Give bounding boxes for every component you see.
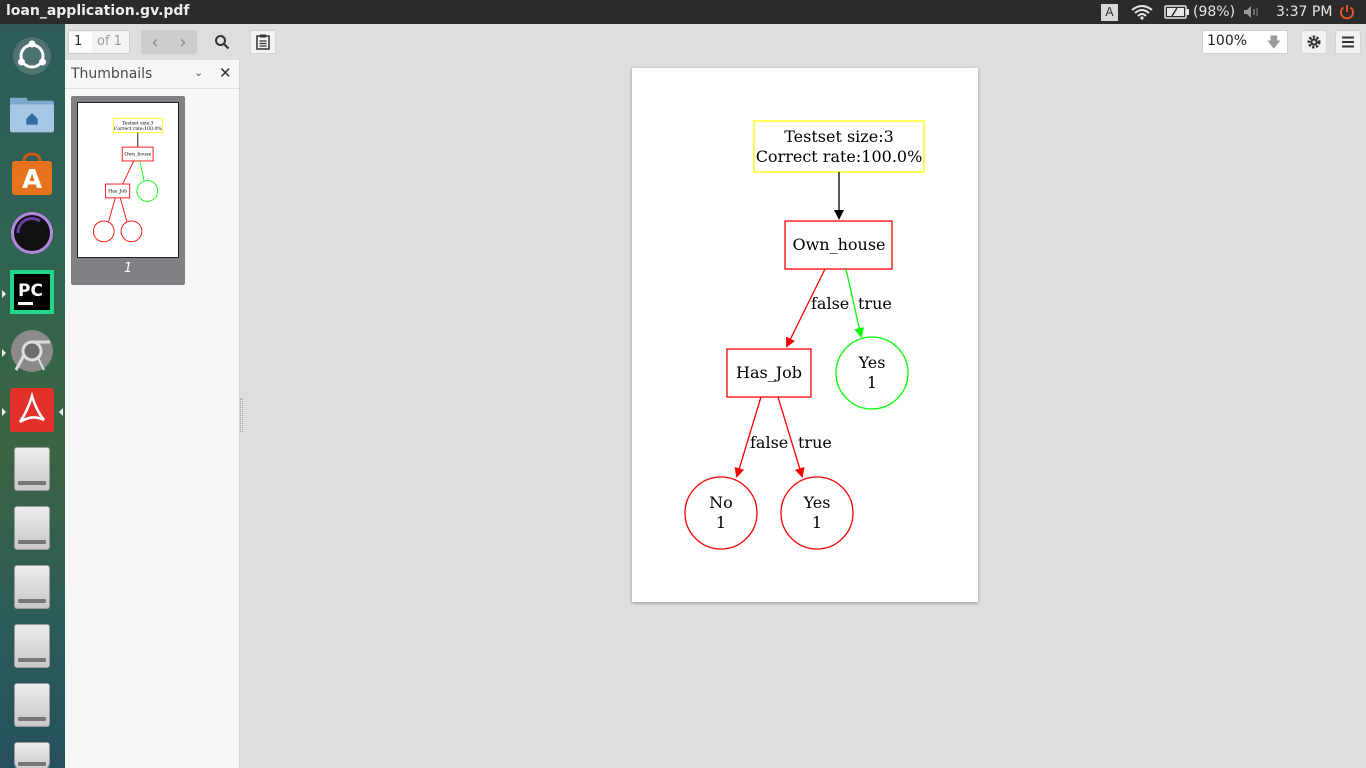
- page-count: of 1: [97, 34, 122, 49]
- viewer-toolbar: 1 of 1 ‹ › 100% 🡇: [65, 24, 1366, 60]
- hamburger-icon: [1342, 36, 1354, 48]
- sidebar-header: Thumbnails ⌄ ✕: [65, 60, 239, 89]
- launcher: A PC: [0, 24, 65, 768]
- eclipse-icon[interactable]: [10, 211, 54, 255]
- leaf-no-label: No: [709, 493, 733, 512]
- drive-icon[interactable]: [10, 683, 54, 727]
- gear-icon: [1307, 35, 1321, 49]
- decision-tree-diagram: Testset size:3 Correct rate:100.0% Own_h…: [684, 120, 925, 550]
- software-center-icon[interactable]: A: [10, 152, 54, 196]
- running-indicator: [2, 290, 6, 298]
- search-icon: [215, 35, 230, 50]
- page-nav-buttons: ‹ ›: [141, 30, 197, 54]
- clock[interactable]: 3:37 PM: [1276, 0, 1332, 24]
- zoom-select[interactable]: 100% 🡇: [1202, 30, 1288, 54]
- search-button[interactable]: [209, 30, 235, 54]
- running-indicator: [2, 408, 6, 416]
- keyboard-indicator[interactable]: A: [1101, 0, 1118, 24]
- previous-page-icon[interactable]: ‹: [141, 32, 169, 53]
- thumbnail-page-number: 1: [123, 261, 133, 276]
- window-title: loan_application.gv.pdf: [6, 3, 190, 19]
- pdf-reader-icon[interactable]: [10, 388, 54, 432]
- root-line1: Testset size:3: [784, 127, 894, 146]
- svg-text:PC: PC: [18, 281, 43, 301]
- drive-icon[interactable]: [10, 565, 54, 609]
- edge-label-false-1: false: [811, 294, 849, 313]
- svg-text:A: A: [22, 165, 42, 195]
- clipboard-icon: [256, 34, 270, 50]
- close-icon[interactable]: ✕: [219, 64, 232, 82]
- wifi-icon[interactable]: [1131, 0, 1153, 24]
- thumbnail-preview: Testset size:3 Correct rate:100.0% Own_h…: [77, 102, 179, 258]
- power-icon[interactable]: [1338, 0, 1356, 24]
- annotations-button[interactable]: [250, 30, 276, 54]
- menu-button[interactable]: [1335, 30, 1361, 54]
- edge-label-true-1: true: [858, 294, 892, 313]
- thumb-root-line2: Correct rate:100.0%: [114, 126, 163, 132]
- leaf-yes-bottom-label: Yes: [803, 493, 831, 512]
- running-indicator: [2, 349, 6, 357]
- pycharm-icon[interactable]: PC: [10, 270, 54, 314]
- zoom-value: 100%: [1207, 33, 1248, 49]
- page-number-input[interactable]: 1: [70, 32, 92, 52]
- document-page: Testset size:3 Correct rate:100.0% Own_h…: [632, 68, 978, 602]
- ubuntu-icon[interactable]: [10, 34, 54, 78]
- drive-icon[interactable]: [10, 742, 54, 768]
- drive-icon[interactable]: [10, 506, 54, 550]
- sidebar-title[interactable]: Thumbnails: [71, 66, 152, 82]
- own-house-label: Own_house: [792, 235, 885, 254]
- thumb-own-house: Own_house: [124, 151, 151, 157]
- leaf-yes-top-label: Yes: [858, 353, 886, 372]
- drive-icon[interactable]: [10, 447, 54, 491]
- leaf-no-count: 1: [716, 513, 726, 532]
- edge-label-false-2: false: [750, 433, 788, 452]
- drive-icon[interactable]: [10, 624, 54, 668]
- leaf-yes-top-count: 1: [867, 373, 877, 392]
- zoom-dropdown-icon: 🡇: [1266, 35, 1281, 51]
- chrome-icon[interactable]: [10, 329, 54, 373]
- chevron-down-icon[interactable]: ⌄: [194, 66, 203, 79]
- thumbnail-diagram: Testset size:3 Correct rate:100.0% Own_h…: [92, 117, 163, 243]
- focused-indicator: [59, 408, 63, 416]
- sidebar-resize-handle[interactable]: [240, 398, 243, 432]
- keyboard-layout-label: A: [1101, 3, 1118, 21]
- thumb-has-job: Has_Job: [108, 188, 127, 194]
- battery-percent: (98%): [1193, 4, 1236, 20]
- page-thumbnail[interactable]: Testset size:3 Correct rate:100.0% Own_h…: [71, 96, 185, 285]
- has-job-label: Has_Job: [736, 363, 802, 382]
- page-selector[interactable]: 1 of 1: [68, 30, 130, 54]
- leaf-yes-bottom-count: 1: [812, 513, 822, 532]
- files-icon[interactable]: [10, 93, 54, 137]
- settings-button[interactable]: [1301, 30, 1327, 54]
- thumbnails-sidebar: Thumbnails ⌄ ✕ Testset size:3 Correct ra…: [65, 60, 240, 768]
- root-line2: Correct rate:100.0%: [756, 147, 923, 166]
- edge-label-true-2: true: [798, 433, 832, 452]
- battery-icon[interactable]: [1164, 0, 1190, 24]
- next-page-icon[interactable]: ›: [169, 32, 197, 53]
- volume-muted-icon[interactable]: [1242, 0, 1262, 24]
- thumb-root-line1: Testset size:3: [122, 120, 154, 126]
- top-panel: loan_application.gv.pdf A (98%) 3:37 PM: [0, 0, 1366, 24]
